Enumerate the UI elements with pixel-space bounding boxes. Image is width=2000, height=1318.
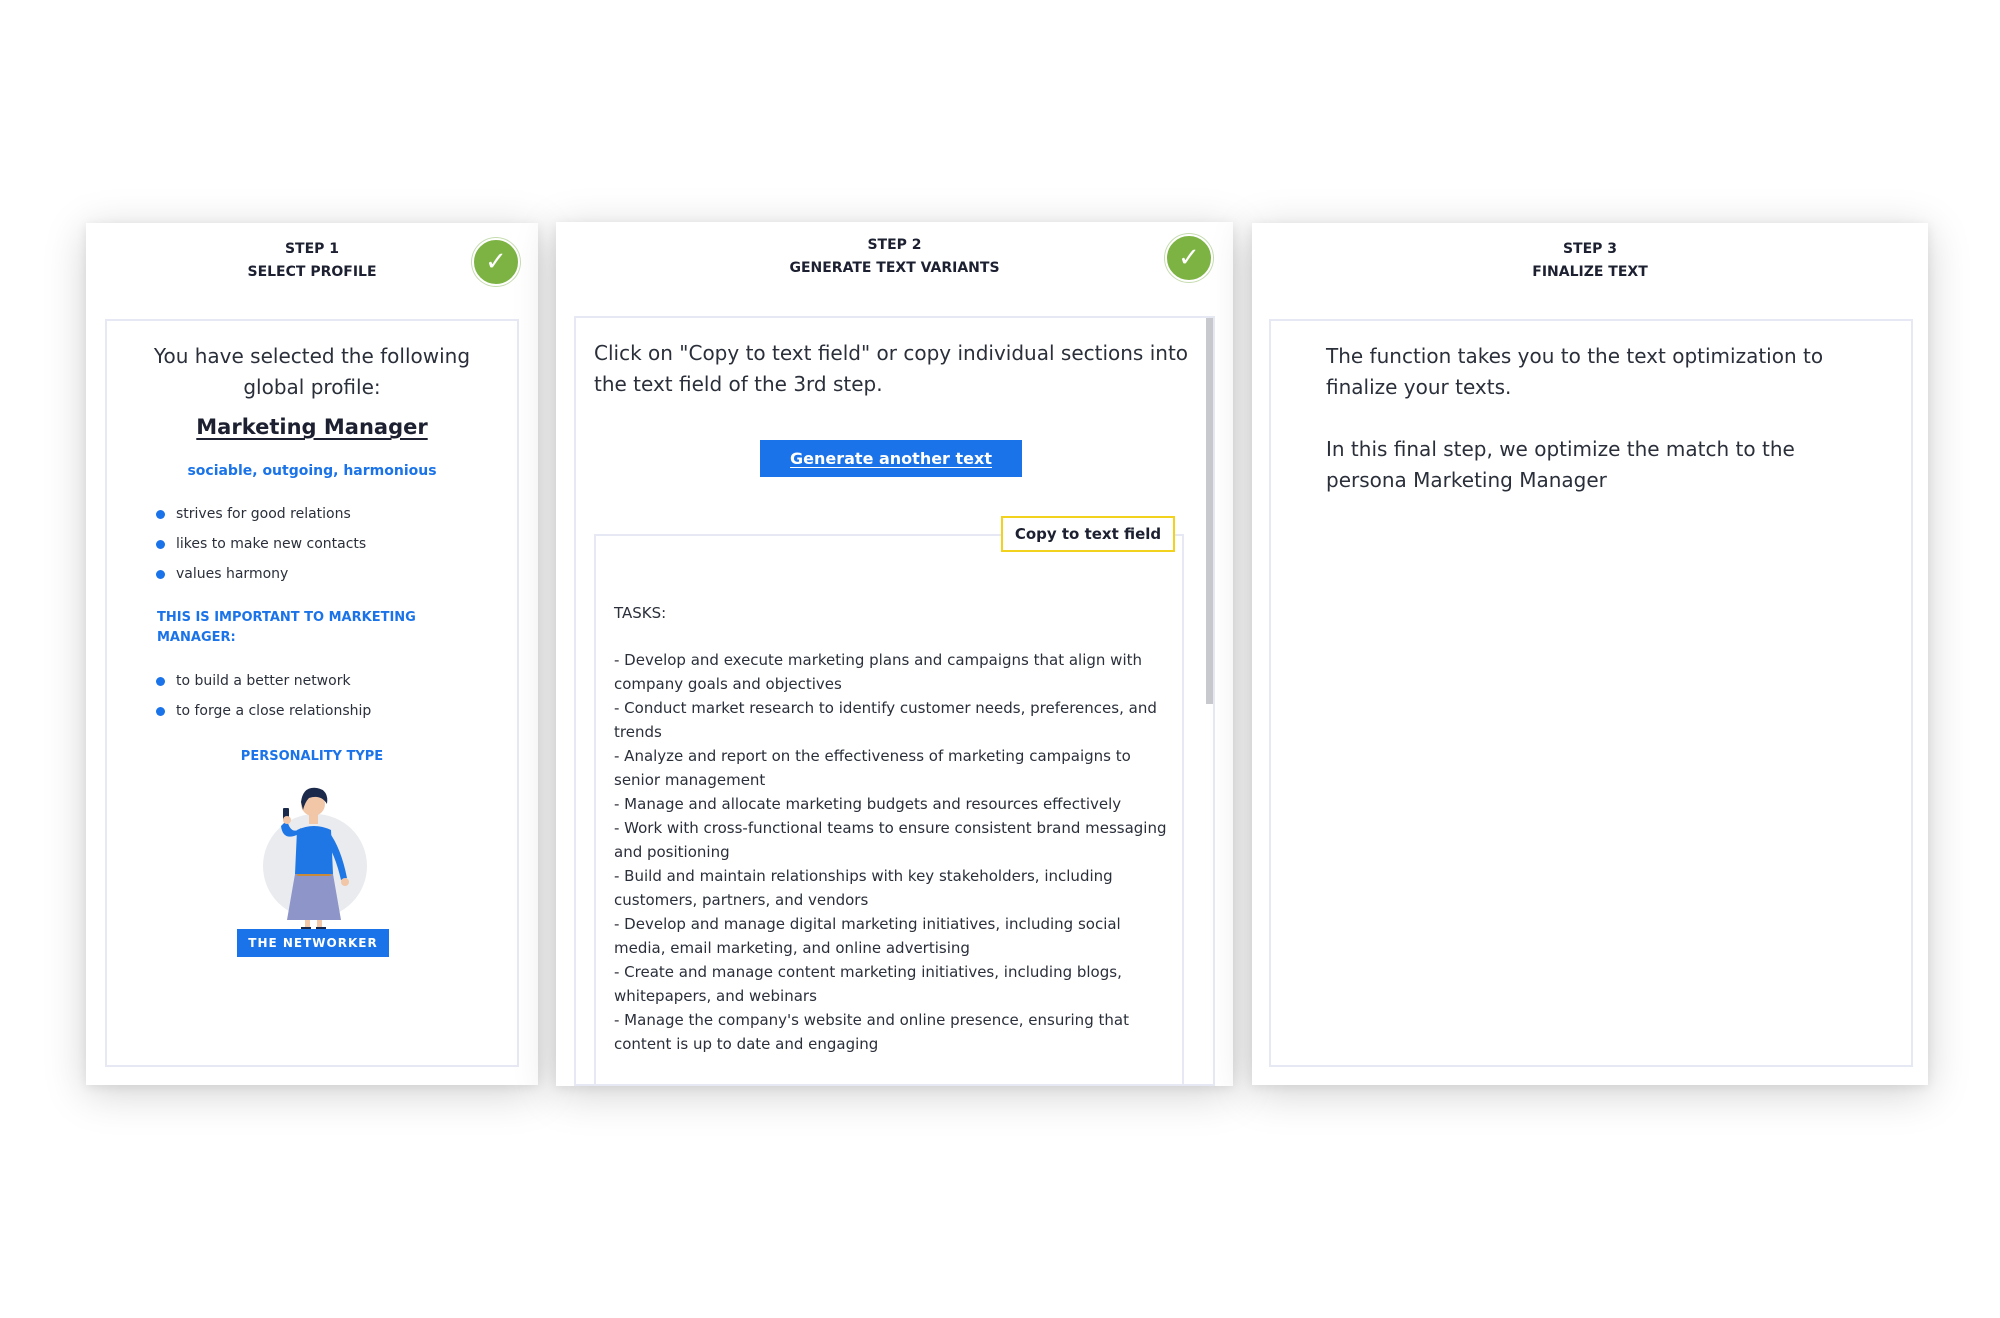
list-item: - Conduct market research to identify cu… <box>614 699 1157 741</box>
finalize-paragraph: The function takes you to the text optim… <box>1326 344 1824 399</box>
list-item: - Develop and execute marketing plans an… <box>614 651 1143 693</box>
trait-list: strives for good relations likes to make… <box>156 499 366 589</box>
step2-header: STEP 2 GENERATE TEXT VARIANTS <box>556 234 1233 280</box>
step3-header: STEP 3 FINALIZE TEXT <box>1252 238 1928 284</box>
finalize-paragraph: In this final step, we optimize the matc… <box>1326 437 1795 492</box>
finalize-description: The function takes you to the text optim… <box>1326 341 1866 527</box>
step1-title: SELECT PROFILE <box>247 264 377 280</box>
check-icon: ✓ <box>472 238 520 286</box>
list-item: - Build and maintain relationships with … <box>614 867 1113 909</box>
step2-title: GENERATE TEXT VARIANTS <box>789 260 1000 276</box>
step3-number: STEP 3 <box>1562 241 1618 257</box>
personality-type-heading: PERSONALITY TYPE <box>240 749 384 764</box>
person-on-phone-icon <box>263 787 367 931</box>
copy-instructions: Click on "Copy to text field" or copy in… <box>594 341 1189 396</box>
list-item: - Manage the company's website and onlin… <box>614 1011 1129 1053</box>
step1-number: STEP 1 <box>284 241 340 257</box>
step2-number: STEP 2 <box>867 237 922 253</box>
profile-name-link[interactable]: Marketing Manager <box>107 415 517 439</box>
important-heading: THIS IS IMPORTANT TO MARKETING MANAGER: <box>157 610 416 645</box>
list-item: to forge a close relationship <box>156 696 371 726</box>
step1-panel: STEP 1 SELECT PROFILE ✓ You have selecte… <box>86 223 538 1085</box>
step2-card: Click on "Copy to text field" or copy in… <box>574 316 1215 1086</box>
scrollbar[interactable] <box>1206 318 1213 704</box>
networker-illustration <box>237 778 397 953</box>
generate-another-text-button[interactable]: Generate another text <box>760 440 1022 477</box>
list-item: - Manage and allocate marketing budgets … <box>614 795 1122 813</box>
list-item: - Develop and manage digital marketing i… <box>614 915 1121 957</box>
profile-traits: sociable, outgoing, harmonious <box>187 463 437 479</box>
copy-to-text-field-button[interactable]: Copy to text field <box>1001 516 1175 552</box>
stage: STEP 1 SELECT PROFILE ✓ You have selecte… <box>0 0 2000 1318</box>
list-item: - Create and manage content marketing in… <box>614 963 1122 1005</box>
step1-header: STEP 1 SELECT PROFILE <box>86 238 538 284</box>
generated-text-box[interactable]: TASKS: - Develop and execute marketing p… <box>594 534 1184 1084</box>
step3-title: FINALIZE TEXT <box>1532 264 1648 280</box>
list-item: likes to make new contacts <box>156 529 366 559</box>
step3-panel: STEP 3 FINALIZE TEXT The function takes … <box>1252 223 1928 1085</box>
profile-intro: You have selected the following global p… <box>153 344 471 399</box>
list-item: - Analyze and report on the effectivenes… <box>614 747 1131 789</box>
list-item: values harmony <box>156 559 366 589</box>
list-item: to build a better network <box>156 666 371 696</box>
list-item: - Work with cross-functional teams to en… <box>614 819 1167 861</box>
check-icon: ✓ <box>1165 234 1213 282</box>
tasks-label: TASKS: <box>614 604 667 622</box>
list-item: strives for good relations <box>156 499 366 529</box>
step1-card: You have selected the following global p… <box>105 319 519 1067</box>
step3-card: The function takes you to the text optim… <box>1269 319 1913 1067</box>
tasks-list: - Develop and execute marketing plans an… <box>614 648 1174 1056</box>
important-list: to build a better network to forge a clo… <box>156 666 371 726</box>
personality-badge: THE NETWORKER <box>237 929 389 957</box>
step2-panel: STEP 2 GENERATE TEXT VARIANTS ✓ Click on… <box>556 222 1233 1086</box>
